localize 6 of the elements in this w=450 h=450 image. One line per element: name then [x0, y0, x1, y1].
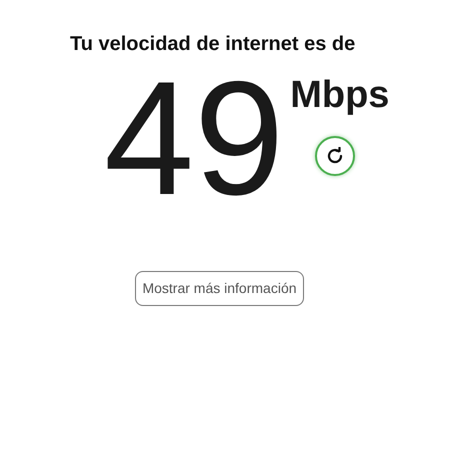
more-info-button[interactable]: Mostrar más información	[135, 271, 304, 306]
speed-value: 49	[104, 58, 284, 220]
refresh-button[interactable]	[314, 136, 355, 176]
speed-heading: Tu velocidad de internet es de	[70, 33, 356, 55]
refresh-icon	[326, 147, 344, 165]
speed-unit: Mbps	[290, 76, 390, 114]
